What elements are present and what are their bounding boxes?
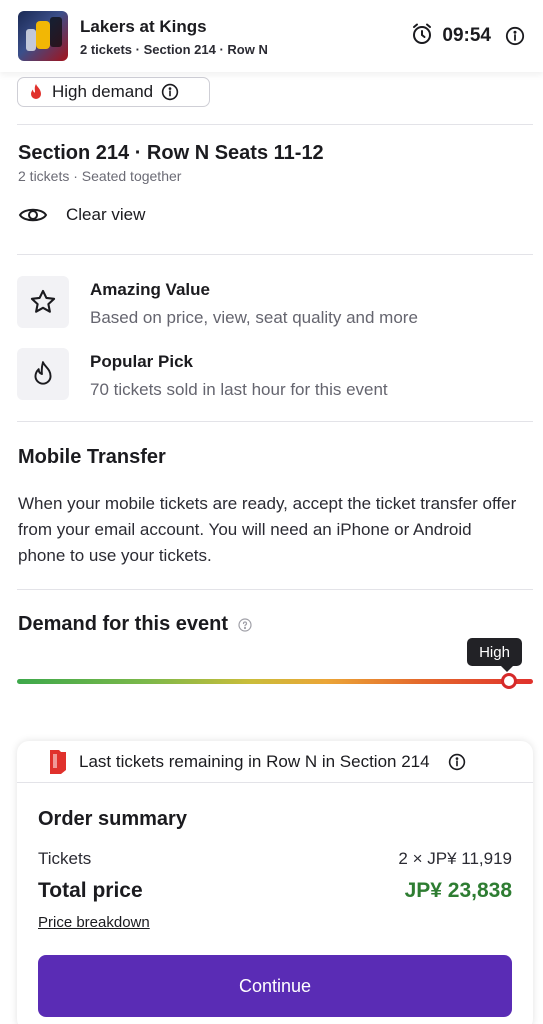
demand-title: Demand for this event: [18, 613, 252, 636]
feature-description: 70 tickets sold in last hour for this ev…: [90, 380, 388, 399]
view-label: Clear view: [66, 205, 146, 224]
eye-icon: [18, 205, 48, 225]
tickets-label: Tickets: [38, 849, 92, 868]
high-demand-badge[interactable]: High demand: [17, 77, 210, 107]
flame-icon: [17, 348, 69, 400]
tickets-value: 2 × JP¥ 11,919: [398, 849, 512, 868]
continue-button[interactable]: Continue: [38, 955, 512, 1017]
countdown-timer: 09:54: [410, 22, 525, 51]
fire-icon: [28, 83, 44, 101]
ticket-icon: [47, 748, 69, 776]
view-quality: Clear view: [18, 205, 145, 225]
alarm-clock-icon: [410, 22, 434, 51]
star-icon: [17, 276, 69, 328]
feature-title: Amazing Value: [90, 280, 210, 299]
info-icon[interactable]: [505, 26, 525, 46]
feature-title: Popular Pick: [90, 352, 193, 371]
last-tickets-notice: Last tickets remaining in Row N in Secti…: [17, 741, 533, 783]
demand-marker: [501, 673, 518, 689]
event-thumbnail: [18, 11, 68, 61]
feature-amazing-value: Amazing Value Based on price, view, seat…: [17, 276, 418, 328]
demand-level-tooltip: High: [467, 638, 522, 672]
demand-meter: [17, 679, 533, 684]
event-header: Lakers at Kings 2 tickets · Section 214 …: [0, 0, 543, 72]
badge-label: High demand: [52, 82, 154, 101]
info-icon[interactable]: [161, 83, 179, 101]
event-subtitle: 2 tickets · Section 214 · Row N: [80, 41, 268, 57]
event-title: Lakers at Kings: [80, 16, 207, 36]
help-icon[interactable]: [238, 617, 252, 632]
info-icon[interactable]: [448, 753, 466, 771]
order-summary-card: Last tickets remaining in Row N in Secti…: [17, 741, 533, 1024]
divider: [17, 254, 533, 255]
price-breakdown-link[interactable]: Price breakdown: [38, 914, 150, 931]
tickets-row: Tickets 2 × JP¥ 11,919: [38, 849, 512, 869]
demand-title-label: Demand for this event: [18, 613, 229, 635]
total-label: Total price: [38, 879, 143, 902]
divider: [17, 124, 533, 125]
order-summary-title: Order summary: [38, 808, 187, 830]
mobile-transfer-title: Mobile Transfer: [18, 446, 166, 468]
notice-text: Last tickets remaining in Row N in Secti…: [79, 751, 430, 771]
total-row: Total price JP¥ 23,838: [38, 879, 512, 903]
divider: [17, 421, 533, 422]
listing-title: Section 214 · Row N Seats 11-12: [18, 142, 324, 164]
mobile-transfer-body: When your mobile tickets are ready, acce…: [18, 494, 517, 565]
total-value: JP¥ 23,838: [404, 879, 512, 902]
listing-subtitle: 2 tickets · Seated together: [18, 168, 182, 184]
timer-value: 09:54: [442, 25, 491, 46]
divider: [17, 589, 533, 590]
feature-description: Based on price, view, seat quality and m…: [90, 308, 418, 327]
feature-popular-pick: Popular Pick 70 tickets sold in last hou…: [17, 348, 388, 400]
